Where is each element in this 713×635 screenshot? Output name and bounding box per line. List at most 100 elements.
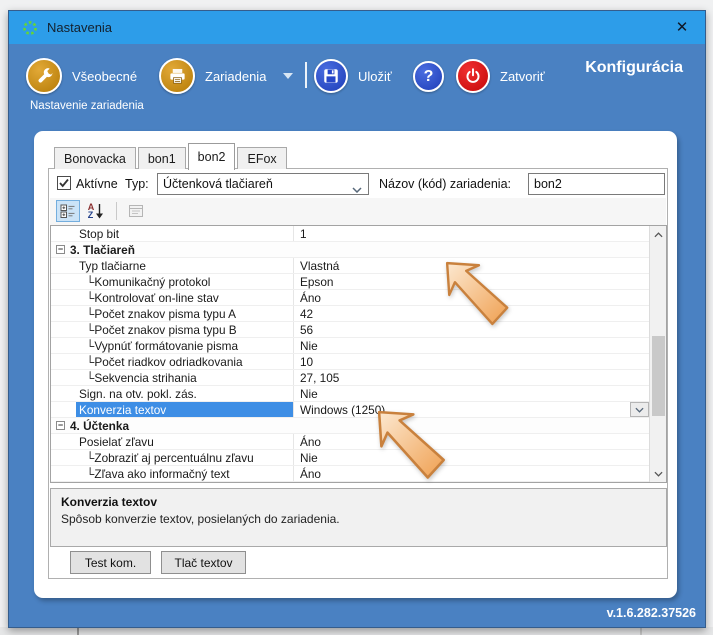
property-value-text: Epson — [300, 275, 333, 289]
property-value[interactable]: 56 — [294, 322, 649, 337]
property-grid[interactable]: Stop bit 1−3. TlačiareňTyp tlačiarne Vlast… — [50, 225, 667, 483]
property-name[interactable]: └Zľava ako informačný text — [51, 466, 294, 481]
property-value[interactable]: Nie — [294, 386, 649, 401]
grid-category-row[interactable]: −3. Tlačiareň — [51, 242, 649, 258]
property-name[interactable]: Konverzia textov — [51, 402, 294, 417]
grid-row[interactable]: └Komunikačný protokol Epson — [51, 274, 649, 290]
desktop: Nastavenia ✕ Všeobecné Za — [0, 0, 713, 635]
active-checkbox[interactable] — [57, 176, 71, 190]
property-value-text: Áno — [300, 435, 321, 449]
property-name[interactable]: └Počet znakov pisma typu B — [51, 322, 294, 337]
property-pages-button[interactable] — [124, 200, 148, 222]
property-name[interactable]: └Kontrolovať on-line stav — [51, 290, 294, 305]
grid-row[interactable]: Konverzia textovWindows (1250) — [51, 402, 649, 418]
grid-row[interactable]: Posielať zľavu Áno — [51, 434, 649, 450]
property-name[interactable]: Posielať zľavu — [51, 434, 294, 449]
collapse-icon[interactable]: − — [56, 421, 65, 430]
grid-row[interactable]: └Zobraziť aj percentuálnu zľavu Nie — [51, 450, 649, 466]
devices-button[interactable]: Zariadenia — [159, 58, 293, 94]
property-value[interactable]: 10 — [294, 354, 649, 369]
property-value[interactable]: Áno — [294, 466, 649, 481]
property-value-text: 27, 105 — [300, 371, 339, 385]
scroll-down-button[interactable] — [650, 465, 667, 482]
property-value[interactable]: Vlastná — [294, 258, 649, 273]
tab-bon1[interactable]: bon1 — [138, 147, 186, 169]
property-name[interactable]: Typ tlačiarne — [51, 258, 294, 273]
page-title: Konfigurácia — [585, 59, 683, 77]
property-value[interactable]: Nie — [294, 450, 649, 465]
scroll-up-button[interactable] — [650, 226, 667, 243]
devices-button-label: Zariadenia — [205, 69, 266, 84]
device-name-input[interactable]: bon2 — [528, 173, 665, 195]
grid-row[interactable]: └Počet znakov pisma typu B 56 — [51, 322, 649, 338]
grid-row[interactable]: └Kontrolovať on-line stavÁno — [51, 290, 649, 306]
app-icon — [22, 20, 38, 36]
property-value-text: 1 — [300, 227, 307, 241]
close-app-button[interactable]: Zatvoriť — [456, 59, 545, 93]
section-subtitle: Nastavenie zariadenia — [30, 100, 144, 112]
property-value[interactable]: 1 — [294, 226, 649, 241]
grid-row[interactable]: └Vypnúť formátovanie pismaNie — [51, 338, 649, 354]
property-value-text: Vlastná — [300, 259, 339, 273]
property-name[interactable]: Sign. na otv. pokl. zás. — [51, 386, 294, 401]
property-value[interactable]: Windows (1250) — [294, 402, 649, 417]
property-value-text: Nie — [300, 451, 318, 465]
property-name[interactable]: └Sekvencia strihania — [51, 370, 294, 385]
tab-strip: Bonovackabon1bon2EFox — [54, 142, 289, 169]
property-name[interactable]: Stop bit — [51, 226, 294, 241]
property-name[interactable]: └Počet znakov pisma typu A — [51, 306, 294, 321]
property-value[interactable]: Nie — [294, 338, 649, 353]
grid-row[interactable]: └Počet riadkov odriadkovania10 — [51, 354, 649, 370]
property-value-text: 56 — [300, 323, 313, 337]
grid-row[interactable]: Typ tlačiarne Vlastná — [51, 258, 649, 274]
devices-dropdown-icon[interactable] — [283, 73, 293, 79]
print-texts-button[interactable]: Tlač textov — [161, 551, 246, 574]
property-name[interactable]: └Vypnúť formátovanie pisma — [51, 338, 294, 353]
property-value[interactable]: Epson — [294, 274, 649, 289]
tab-bonovacka[interactable]: Bonovacka — [54, 147, 136, 169]
device-tab-page: Aktívne Typ: Účtenková tlačiareň Názov (… — [48, 168, 668, 579]
grid-category-row[interactable]: −4. Účtenka — [51, 418, 649, 434]
property-name[interactable]: └Komunikačný protokol — [51, 274, 294, 289]
device-type-select[interactable]: Účtenková tlačiareň — [157, 173, 369, 195]
property-name[interactable]: └Zobraziť aj percentuálnu zľavu — [51, 450, 294, 465]
general-button[interactable]: Všeobecné — [26, 58, 137, 94]
property-name[interactable]: └Počet riadkov odriadkovania — [51, 354, 294, 369]
background-window-border — [640, 627, 642, 635]
property-description-title: Konverzia textov — [61, 495, 656, 509]
settings-dialog: Nastavenia ✕ Všeobecné Za — [8, 10, 706, 628]
property-grid-toolbar: AZ — [50, 198, 666, 225]
save-button[interactable]: Uložiť — [314, 59, 392, 93]
type-label: Typ: — [125, 177, 149, 191]
grid-row[interactable]: Stop bit 1 — [51, 226, 649, 242]
property-value[interactable]: Áno — [294, 434, 649, 449]
grid-row[interactable]: └Zľava ako informačný text Áno — [51, 466, 649, 482]
value-dropdown-button[interactable] — [630, 402, 649, 417]
help-button[interactable]: ? — [413, 61, 444, 92]
close-window-button[interactable]: ✕ — [672, 18, 692, 38]
property-description-panel: Konverzia textov Spôsob konverzie textov… — [50, 488, 667, 547]
version-label: v.1.6.282.37526 — [607, 606, 696, 620]
scrollbar-thumb[interactable] — [652, 336, 665, 416]
property-value[interactable]: Áno — [294, 290, 649, 305]
grid-row[interactable]: Sign. na otv. pokl. zás. Nie — [51, 386, 649, 402]
categorized-view-button[interactable] — [56, 200, 80, 222]
collapse-icon[interactable]: − — [56, 245, 65, 254]
property-description-text: Spôsob konverzie textov, posielaných do … — [61, 512, 656, 526]
test-communication-button[interactable]: Test kom. — [70, 551, 151, 574]
alphabetical-sort-icon: AZ — [88, 203, 105, 219]
tab-efox[interactable]: EFox — [237, 147, 286, 169]
grid-row[interactable]: └Sekvencia strihania 27, 105 — [51, 370, 649, 386]
titlebar[interactable]: Nastavenia ✕ — [9, 11, 705, 44]
grid-row[interactable]: └Počet znakov pisma typu A42 — [51, 306, 649, 322]
category-label: 4. Účtenka — [70, 418, 129, 433]
alphabetical-sort-button[interactable]: AZ — [84, 200, 108, 222]
property-value-text: Nie — [300, 387, 318, 401]
wrench-icon — [26, 58, 62, 94]
tab-bon2[interactable]: bon2 — [188, 143, 236, 170]
property-value-text: Áno — [300, 467, 321, 481]
close-app-button-label: Zatvoriť — [500, 69, 545, 84]
property-value[interactable]: 42 — [294, 306, 649, 321]
property-value[interactable]: 27, 105 — [294, 370, 649, 385]
vertical-scrollbar[interactable] — [649, 226, 666, 482]
